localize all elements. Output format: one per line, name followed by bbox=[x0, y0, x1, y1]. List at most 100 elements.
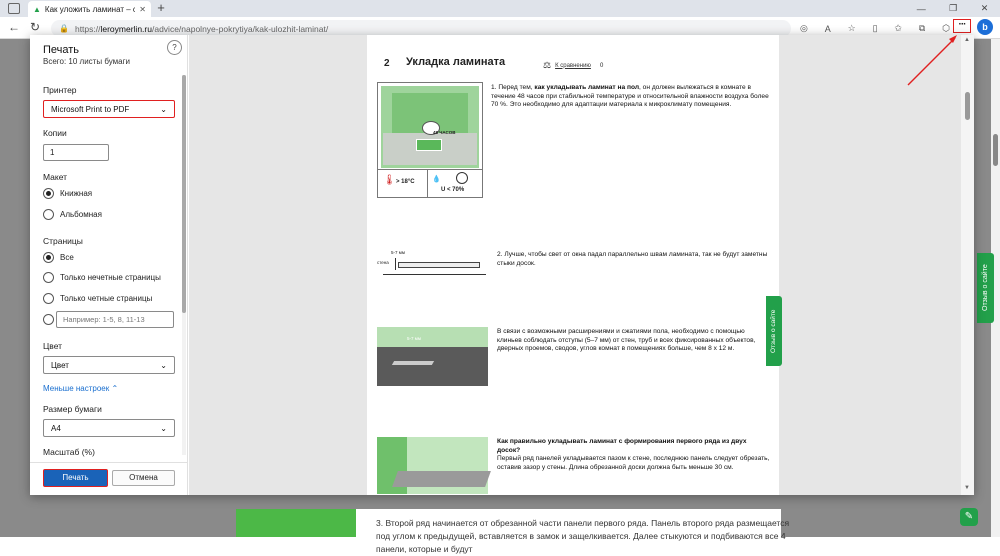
custom-pages-input[interactable]: Например: 1-5, 8, 11-13 bbox=[56, 311, 174, 328]
tracking-icon[interactable]: ◎ bbox=[800, 23, 808, 34]
pages-option-label: Только четные страницы bbox=[60, 294, 153, 303]
paper-size-select[interactable]: A4 ⌄ bbox=[43, 419, 175, 437]
pages-option-label: Только нечетные страницы bbox=[60, 273, 161, 282]
chevron-up-icon: ⌃ bbox=[111, 384, 119, 393]
wedges-illustration: 5-7 мм bbox=[377, 327, 488, 386]
color-value: Цвет bbox=[51, 360, 69, 370]
scroll-up-icon[interactable]: ▲ bbox=[964, 37, 970, 43]
settings-scroll-thumb[interactable] bbox=[182, 75, 186, 313]
lock-icon: 🔒 bbox=[59, 24, 69, 33]
close-tab-icon[interactable]: ✕ bbox=[139, 5, 146, 14]
chevron-down-icon: ⌄ bbox=[160, 104, 167, 114]
minimize-icon[interactable]: — bbox=[917, 4, 926, 14]
radio-unchecked-icon bbox=[43, 293, 54, 304]
sheet-count: Всего: 10 листы бумаги bbox=[43, 57, 130, 66]
chevron-down-icon: ⌄ bbox=[160, 360, 167, 370]
reload-button[interactable]: ↻ bbox=[30, 20, 44, 36]
baseline bbox=[383, 274, 486, 275]
footer-divider bbox=[30, 462, 188, 463]
layout-portrait-radio[interactable]: Книжная bbox=[43, 188, 92, 199]
scroll-down-icon[interactable]: ▼ bbox=[964, 485, 970, 491]
settings-scrollbar[interactable] bbox=[182, 75, 186, 455]
first-row-illustration bbox=[377, 437, 491, 494]
layout-option-label: Альбомная bbox=[60, 210, 102, 219]
pages-option-label: Все bbox=[60, 253, 74, 262]
copies-input[interactable]: 1 bbox=[43, 144, 109, 161]
thermometer-icon: 🌡 bbox=[383, 175, 396, 186]
fewer-settings-link[interactable]: Меньше настроек ⌃ bbox=[43, 384, 118, 393]
tab-title: Как уложить ламинат – советы bbox=[44, 4, 136, 14]
step-1-bold: как укладывать ламинат на пол bbox=[534, 84, 640, 91]
pages-odd-radio[interactable]: Только нечетные страницы bbox=[43, 272, 161, 283]
preview-scrollbar[interactable]: ▲ ▼ bbox=[961, 35, 974, 495]
pages-even-radio[interactable]: Только четные страницы bbox=[43, 293, 152, 304]
bing-chat-button[interactable]: b bbox=[977, 19, 993, 35]
restore-icon[interactable]: ❐ bbox=[949, 3, 957, 14]
url-path: /advice/napolnye-pokrytiya/kak-ulozhit-l… bbox=[151, 23, 329, 34]
printer-select[interactable]: Microsoft Print to PDF ⌄ bbox=[43, 100, 175, 118]
radio-unchecked-icon bbox=[43, 209, 54, 220]
split-screen-icon[interactable]: ▯ bbox=[873, 23, 878, 34]
url-domain: leroymerlin.ru bbox=[100, 23, 152, 34]
step-1-prefix: 1. Перед тем, bbox=[491, 84, 535, 91]
section-title: Укладка ламината bbox=[406, 56, 506, 68]
compare-link: ⚖ К сравнению bbox=[543, 60, 591, 71]
chevron-down-icon: ⌄ bbox=[160, 423, 167, 433]
favorite-star-icon[interactable]: ☆ bbox=[848, 23, 856, 34]
site-feedback-tab[interactable]: Отзыв о сайте bbox=[977, 253, 994, 323]
cancel-button[interactable]: Отмена bbox=[112, 470, 175, 486]
radio-checked-icon bbox=[43, 252, 54, 263]
radio-unchecked-icon bbox=[43, 314, 54, 325]
favorites-icon[interactable]: ✩ bbox=[894, 23, 902, 34]
step-2-text: 2. Лучше, чтобы свет от окна падал парал… bbox=[497, 251, 768, 267]
print-button[interactable]: Печать bbox=[43, 469, 108, 487]
read-aloud-icon[interactable]: A bbox=[825, 24, 831, 34]
pages-label: Страницы bbox=[43, 236, 83, 246]
wall-label: стена bbox=[377, 260, 389, 265]
url-prefix: https:// bbox=[74, 23, 101, 34]
window-controls: — ❐ ✕ bbox=[905, 1, 1000, 16]
board bbox=[398, 262, 480, 268]
layout-landscape-radio[interactable]: Альбомная bbox=[43, 209, 102, 220]
paper-size-value: A4 bbox=[51, 423, 61, 433]
annotation-arrow bbox=[907, 35, 957, 86]
color-select[interactable]: Цвет ⌄ bbox=[43, 356, 175, 374]
compare-count: 0 bbox=[600, 63, 604, 69]
radio-unchecked-icon bbox=[43, 272, 54, 283]
pages-all-radio[interactable]: Все bbox=[43, 252, 74, 263]
light-direction-illustration: 5-7 мм стена bbox=[377, 248, 486, 280]
preview-scroll-thumb[interactable] bbox=[965, 92, 970, 120]
help-button[interactable]: ? bbox=[167, 40, 182, 55]
step-4-text: Первый ряд панелей укладывается пазом к … bbox=[497, 455, 770, 471]
dialog-title: Печать bbox=[43, 44, 80, 56]
copies-label: Копии bbox=[43, 128, 67, 138]
pages-custom-radio[interactable] bbox=[43, 314, 54, 325]
feedback-tab: Отзыв о сайте bbox=[766, 296, 782, 366]
fewer-settings-label: Меньше настроек bbox=[43, 384, 110, 393]
printer-label: Принтер bbox=[43, 85, 77, 95]
compare-label: К сравнению bbox=[555, 62, 591, 69]
leroymerlin-favicon-icon: ▲ bbox=[33, 4, 41, 14]
board-row bbox=[392, 471, 491, 487]
gauge-icon bbox=[456, 172, 468, 184]
acclimatization-illustration: 48 ЧАСОВ 🌡 > 18°C 💧 U < 70% bbox=[377, 82, 483, 198]
step-3-text: В связи с возможными расширениями и сжат… bbox=[497, 328, 756, 352]
humidity-icon: 💧 bbox=[432, 176, 441, 183]
page-behind-image bbox=[236, 509, 356, 537]
browser-tab[interactable]: ▲ Как уложить ламинат – советы ✕ bbox=[28, 1, 151, 17]
sidebar-toggle-icon[interactable] bbox=[8, 3, 20, 14]
page-scroll-thumb[interactable] bbox=[993, 134, 998, 166]
floor bbox=[377, 347, 488, 386]
scale-label: Масштаб (%) bbox=[43, 447, 95, 457]
back-button[interactable]: ← bbox=[8, 20, 22, 36]
section-number: 2 bbox=[384, 58, 390, 69]
radio-checked-icon bbox=[43, 188, 54, 199]
step-1-text: 1. Перед тем, как укладывать ламинат на … bbox=[491, 84, 769, 110]
step-4-heading: Как правильно укладывать ламинат с форми… bbox=[497, 438, 747, 454]
edit-icon[interactable]: ✎ bbox=[960, 508, 978, 526]
board bbox=[391, 361, 435, 365]
close-window-icon[interactable]: ✕ bbox=[981, 3, 989, 14]
divider bbox=[378, 169, 482, 170]
new-tab-button[interactable]: + bbox=[153, 1, 169, 16]
color-label: Цвет bbox=[43, 341, 63, 351]
